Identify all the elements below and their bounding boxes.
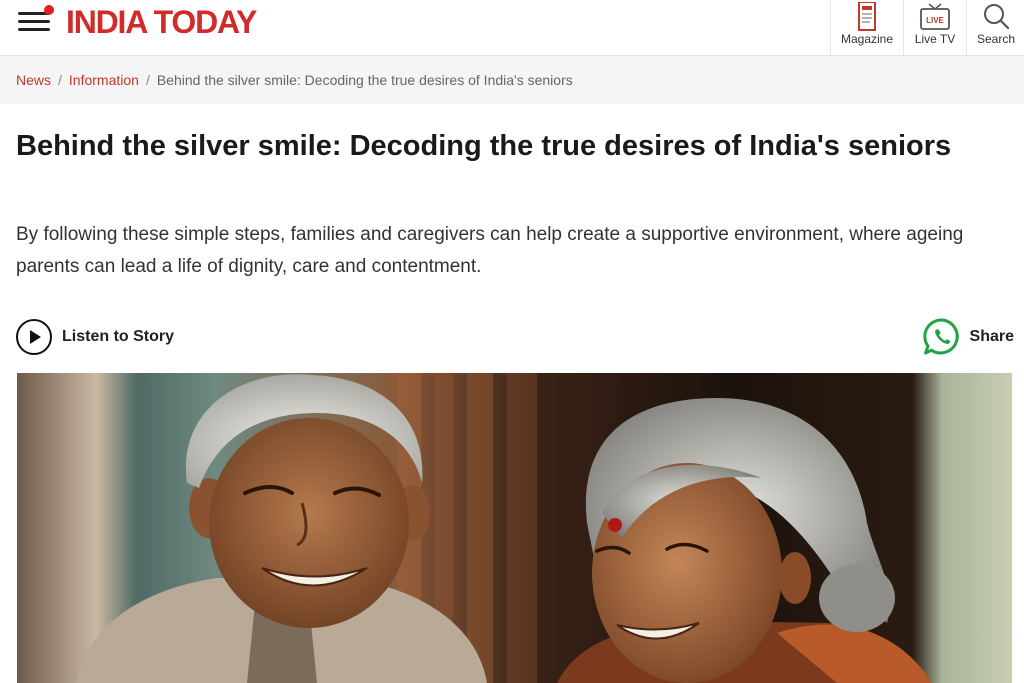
listen-label: Listen to Story	[62, 328, 175, 345]
whatsapp-share-button[interactable]: Share	[922, 316, 1014, 358]
search-label: Search	[976, 32, 1016, 46]
breadcrumb-current: Behind the silver smile: Decoding the tr…	[156, 72, 573, 88]
magazine-icon	[831, 2, 903, 32]
breadcrumb-information[interactable]: Information	[69, 72, 139, 88]
play-icon	[16, 319, 52, 355]
breadcrumb: News / Information / Behind the silver smile…	[0, 56, 1024, 104]
live-tv-label: Live TV	[914, 32, 956, 46]
magazine-label: Magazine	[840, 32, 894, 46]
article-summary: By following these simple steps, familie…	[16, 224, 964, 277]
search-icon	[967, 2, 1024, 32]
notification-dot	[44, 5, 54, 15]
live-tv-link[interactable]: LIVE Live TV	[903, 0, 966, 55]
breadcrumb-separator: /	[58, 72, 62, 88]
live-tv-icon: LIVE	[904, 2, 966, 32]
share-label: Share	[969, 328, 1014, 345]
listen-to-story-button[interactable]: Listen to Story	[16, 317, 174, 357]
site-logo[interactable]: INDIA TODAY	[66, 2, 257, 42]
breadcrumb-separator: /	[145, 72, 150, 88]
breadcrumb-news[interactable]: News	[16, 72, 51, 88]
site-header: INDIA TODAY Magazine LIVE Live TV Search	[0, 0, 1024, 56]
article-title: Behind the silver smile: Decoding the tr…	[16, 130, 952, 162]
article-hero-image	[17, 373, 1012, 683]
whatsapp-icon	[922, 318, 959, 355]
search-link[interactable]: Search	[966, 0, 1024, 55]
live-badge: LIVE	[926, 16, 944, 25]
menu-icon[interactable]	[18, 5, 54, 34]
magazine-link[interactable]: Magazine	[830, 0, 903, 55]
